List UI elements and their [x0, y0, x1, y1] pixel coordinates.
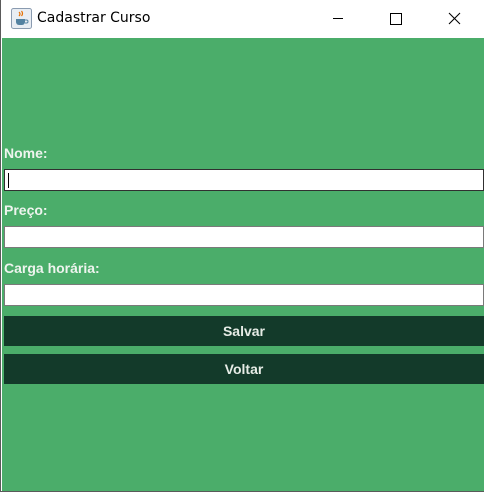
preco-label: Preço: — [4, 202, 48, 218]
maximize-icon — [390, 13, 402, 25]
nome-input[interactable] — [5, 170, 483, 191]
preco-input[interactable] — [5, 227, 483, 248]
carga-horaria-field[interactable] — [4, 284, 484, 306]
nome-field[interactable] — [4, 169, 484, 191]
minimize-icon — [333, 18, 343, 19]
close-icon — [448, 12, 461, 25]
salvar-button[interactable]: Salvar — [4, 316, 484, 346]
app-window: Cadastrar Curso Nome: Preço: Carga horár… — [0, 0, 484, 492]
java-coffee-icon — [11, 8, 32, 29]
minimize-button[interactable] — [315, 0, 361, 38]
nome-label: Nome: — [4, 145, 48, 161]
text-caret — [8, 173, 9, 188]
maximize-button[interactable] — [373, 0, 419, 38]
close-button[interactable] — [431, 0, 477, 38]
preco-field[interactable] — [4, 226, 484, 248]
form-panel: Nome: Preço: Carga horária: Salvar Volta… — [2, 38, 484, 491]
voltar-button[interactable]: Voltar — [4, 354, 484, 384]
title-bar[interactable]: Cadastrar Curso — [1, 0, 484, 38]
window-title: Cadastrar Curso — [37, 10, 151, 26]
carga-horaria-label: Carga horária: — [4, 260, 100, 276]
carga-horaria-input[interactable] — [5, 285, 483, 306]
